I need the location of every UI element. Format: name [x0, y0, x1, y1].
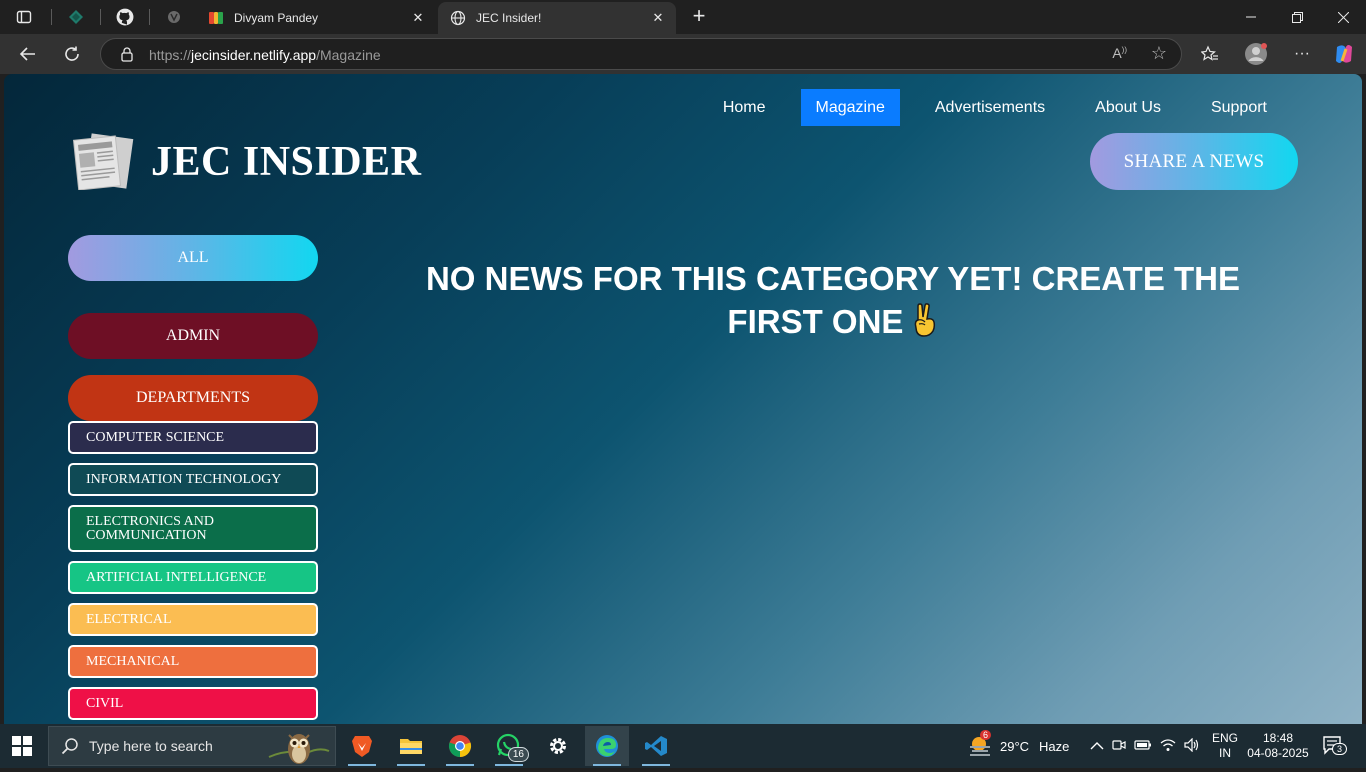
clock[interactable]: 18:48 04-08-2025 — [1246, 724, 1310, 768]
pinned-tab-icon[interactable] — [164, 7, 184, 27]
file-explorer-icon[interactable] — [389, 726, 433, 766]
read-aloud-icon[interactable]: A)) — [1112, 45, 1127, 61]
github-tab-icon[interactable] — [115, 7, 135, 27]
search-placeholder: Type here to search — [89, 738, 213, 754]
site-favicon-icon — [208, 10, 224, 26]
share-news-button[interactable]: SHARE A NEWS — [1090, 133, 1298, 190]
category-departments-button[interactable]: DEPARTMENTS — [68, 375, 318, 421]
weather-widget[interactable]: 6 29°C Haze — [968, 724, 1069, 768]
address-toolbar: https://jecinsider.netlify.app/Magazine … — [0, 34, 1366, 74]
dept-electrical-button[interactable]: ELECTRICAL — [68, 603, 318, 636]
close-icon[interactable]: ✕ — [650, 10, 666, 26]
chrome-icon[interactable] — [438, 726, 482, 766]
show-hidden-icons-chevron-icon[interactable] — [1090, 739, 1104, 754]
brave-browser-icon[interactable] — [340, 726, 384, 766]
pinned-tab-icon[interactable] — [66, 7, 86, 27]
empty-message-text: NO NEWS FOR THIS CATEGORY YET! CREATE TH… — [425, 260, 1241, 340]
close-icon[interactable]: ✕ — [410, 10, 426, 26]
lock-icon[interactable] — [119, 46, 135, 62]
refresh-button[interactable] — [60, 42, 84, 66]
main-nav: Home Magazine Advertisements About Us Su… — [688, 89, 1282, 126]
browser-tab-bar: Divyam Pandey ✕ JEC Insider! ✕ + — [0, 0, 1366, 34]
system-tray-icons — [1090, 724, 1200, 768]
nav-advertisements[interactable]: Advertisements — [920, 89, 1060, 126]
nav-home[interactable]: Home — [708, 89, 781, 126]
back-button[interactable] — [16, 42, 40, 66]
dept-civil-button[interactable]: CIVIL — [68, 687, 318, 720]
site-title[interactable]: JEC INSIDER — [151, 138, 421, 186]
new-tab-button[interactable]: + — [688, 5, 710, 28]
dept-computer-science-button[interactable]: COMPUTER SCIENCE — [68, 421, 318, 454]
copilot-icon[interactable] — [1332, 42, 1356, 66]
meet-now-icon[interactable] — [1112, 738, 1126, 755]
empty-news-message: NO NEWS FOR THIS CATEGORY YET! CREATE TH… — [374, 257, 1292, 347]
battery-icon[interactable] — [1134, 739, 1152, 754]
favorite-star-icon[interactable]: ☆ — [1151, 43, 1167, 64]
weather-alert-badge: 6 — [980, 730, 992, 740]
tab-jec-insider[interactable]: JEC Insider! ✕ — [438, 2, 676, 34]
language-code: ENG — [1212, 731, 1239, 745]
dept-electronics-communication-button[interactable]: ELECTRONICS AND COMMUNICATION — [68, 505, 318, 552]
windows-start-icon[interactable] — [12, 736, 32, 756]
taskbar-search-box[interactable]: Type here to search — [48, 726, 336, 766]
nav-magazine[interactable]: Magazine — [800, 89, 900, 126]
tab-title: JEC Insider! — [476, 11, 542, 25]
victory-hand-icon — [913, 303, 939, 347]
minimize-button[interactable] — [1228, 0, 1274, 34]
favorites-icon[interactable] — [1198, 42, 1222, 66]
tab-actions-icon[interactable] — [14, 7, 34, 27]
nav-support[interactable]: Support — [1196, 89, 1282, 126]
newspaper-icon — [72, 132, 134, 191]
dept-artificial-intelligence-button[interactable]: ARTIFICIAL INTELLIGENCE — [68, 561, 318, 594]
restore-button[interactable] — [1274, 0, 1320, 34]
temperature-text: 29°C — [1000, 738, 1030, 754]
tab-title: Divyam Pandey — [234, 11, 319, 25]
wifi-icon[interactable] — [1160, 738, 1176, 755]
category-all-button[interactable]: ALL — [68, 235, 318, 281]
nav-about-us[interactable]: About Us — [1080, 89, 1176, 126]
windows-taskbar: Type here to search 16 6 29°C Haze ENG I… — [0, 724, 1366, 768]
owl-search-highlight-icon — [267, 727, 331, 767]
haze-weather-icon: 6 — [968, 730, 992, 758]
clock-date: 04-08-2025 — [1247, 746, 1309, 760]
globe-icon — [450, 10, 466, 26]
profile-avatar[interactable] — [1244, 42, 1268, 66]
volume-icon[interactable] — [1184, 737, 1200, 755]
vscode-icon[interactable] — [634, 726, 678, 766]
clock-time: 18:48 — [1262, 731, 1294, 745]
address-bar[interactable]: https://jecinsider.netlify.app/Magazine … — [100, 38, 1182, 70]
dept-mechanical-button[interactable]: MECHANICAL — [68, 645, 318, 678]
page-viewport: Home Magazine Advertisements About Us Su… — [4, 74, 1362, 724]
weather-condition-text: Haze — [1039, 738, 1070, 754]
edge-browser-icon[interactable] — [585, 726, 629, 766]
notification-center-icon[interactable]: 3 — [1322, 724, 1348, 768]
dept-information-technology-button[interactable]: INFORMATION TECHNOLOGY — [68, 463, 318, 496]
notification-count-badge: 3 — [1332, 743, 1348, 755]
search-icon — [61, 737, 79, 755]
tab-divyam-pandey[interactable]: Divyam Pandey ✕ — [196, 2, 436, 34]
region-code: IN — [1219, 746, 1231, 760]
category-admin-button[interactable]: ADMIN — [68, 313, 318, 359]
whatsapp-icon[interactable]: 16 — [487, 726, 531, 766]
language-indicator[interactable]: ENG IN — [1212, 724, 1238, 768]
settings-icon[interactable] — [536, 726, 580, 766]
whatsapp-unread-badge: 16 — [507, 747, 529, 762]
more-menu-icon[interactable]: ··· — [1290, 42, 1314, 66]
url-text: https://jecinsider.netlify.app/Magazine — [149, 47, 381, 63]
close-window-button[interactable] — [1320, 0, 1366, 34]
